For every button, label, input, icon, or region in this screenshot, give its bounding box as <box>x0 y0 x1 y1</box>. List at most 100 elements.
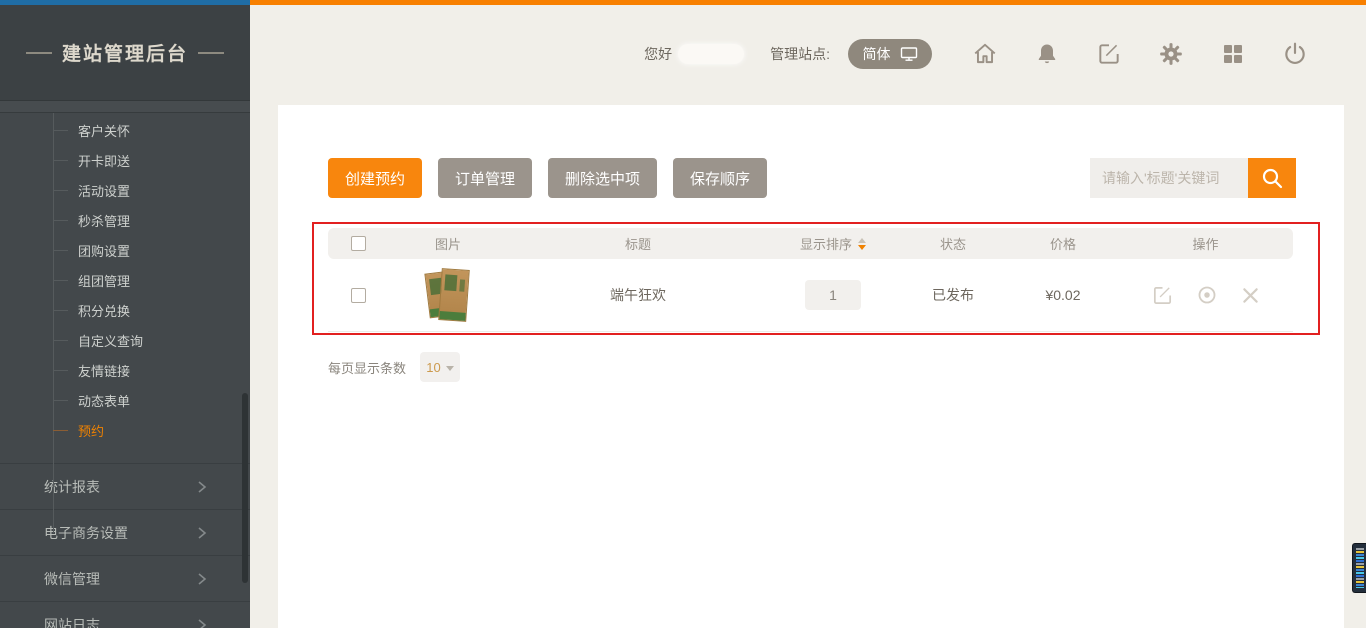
sort-desc-icon[interactable] <box>858 245 866 250</box>
tree-dash <box>53 430 68 431</box>
table-row: 端午狂欢 1 已发布 ¥0.02 <box>328 259 1293 332</box>
sidebar-item-label: 组团管理 <box>78 271 130 290</box>
logo-dash-right <box>198 52 224 54</box>
preview-eye-icon[interactable] <box>1196 284 1218 306</box>
sidebar-item-label: 自定义查询 <box>78 331 143 350</box>
sidebar-item-label: 动态表单 <box>78 391 130 410</box>
sidebar-item-points-exchange[interactable]: 积分兑换 <box>0 295 250 325</box>
sidebar-item-flash-sale[interactable]: 秒杀管理 <box>0 205 250 235</box>
page-size-select[interactable]: 10 <box>420 352 460 382</box>
sidebar-item-reservation-active[interactable]: 预约 <box>0 415 250 445</box>
column-header-title: 标题 <box>508 234 768 253</box>
column-header-sort: 显示排序 <box>768 234 898 253</box>
product-thumbnail[interactable] <box>426 269 470 321</box>
tree-dash <box>53 340 68 341</box>
sidebar-item-team-manage[interactable]: 组团管理 <box>0 265 250 295</box>
sort-asc-icon[interactable] <box>858 238 866 243</box>
column-header-actions: 操作 <box>1118 234 1293 253</box>
column-header-image: 图片 <box>388 234 508 253</box>
sidebar-divider <box>0 101 250 113</box>
home-icon[interactable] <box>972 41 998 67</box>
tree-dash <box>53 190 68 191</box>
monitor-icon <box>900 46 918 62</box>
tree-dash <box>53 370 68 371</box>
order-management-button[interactable]: 订单管理 <box>438 158 532 198</box>
search-icon <box>1260 166 1284 190</box>
sidebar-item-customer-care[interactable]: 客户关怀 <box>0 115 250 145</box>
create-reservation-button[interactable]: 创建预约 <box>328 158 422 198</box>
sidebar-item-activity-settings[interactable]: 活动设置 <box>0 175 250 205</box>
sidebar-item-custom-query[interactable]: 自定义查询 <box>0 325 250 355</box>
tree-dash <box>53 220 68 221</box>
table-header-row: 图片 标题 显示排序 状态 价格 操作 <box>328 228 1293 259</box>
sidebar-section-wechat[interactable]: 微信管理 <box>0 555 250 601</box>
sidebar-section-statistics[interactable]: 统计报表 <box>0 463 250 509</box>
logo-dash-left <box>26 52 52 54</box>
power-icon[interactable] <box>1282 41 1308 67</box>
apps-grid-icon[interactable] <box>1220 41 1246 67</box>
sidebar-item-card-gift[interactable]: 开卡即送 <box>0 145 250 175</box>
section-label: 微信管理 <box>44 569 100 589</box>
delete-selected-button[interactable]: 删除选中项 <box>548 158 657 198</box>
page-size-value: 10 <box>426 360 440 375</box>
sidebar-item-label: 积分兑换 <box>78 301 130 320</box>
pagination: 每页显示条数 10 <box>328 352 460 382</box>
row-checkbox[interactable] <box>351 288 366 303</box>
sidebar-scrollbar[interactable] <box>242 393 248 583</box>
tree-dash <box>53 160 68 161</box>
search-button[interactable] <box>1248 158 1296 198</box>
sidebar-item-label: 友情链接 <box>78 361 130 380</box>
edit-icon[interactable] <box>1096 41 1122 67</box>
tree-dash <box>53 130 68 131</box>
edit-row-icon[interactable] <box>1151 284 1174 307</box>
sidebar-item-label: 预约 <box>78 421 104 440</box>
sidebar-section-ecommerce[interactable]: 电子商务设置 <box>0 509 250 555</box>
sidebar-sections: 统计报表 电子商务设置 微信管理 网站日志 <box>0 463 250 628</box>
settings-gear-icon[interactable] <box>1158 41 1184 67</box>
sort-order-input[interactable]: 1 <box>805 280 861 310</box>
toolbar: 创建预约 订单管理 删除选中项 保存顺序 <box>328 158 767 198</box>
top-header: 您好 管理站点: 简体 <box>250 5 1366 103</box>
tree-dash <box>53 400 68 401</box>
tree-dash <box>53 280 68 281</box>
chevron-right-icon <box>196 526 208 540</box>
save-order-button[interactable]: 保存顺序 <box>673 158 767 198</box>
gear-svg <box>1158 41 1184 67</box>
reservations-table: 图片 标题 显示排序 状态 价格 操作 <box>328 228 1293 332</box>
manage-site-label: 管理站点: <box>770 44 830 64</box>
row-title: 端午狂欢 <box>508 285 768 305</box>
chevron-right-icon <box>196 480 208 494</box>
section-label: 网站日志 <box>44 615 100 628</box>
sidebar-item-group-buy[interactable]: 团购设置 <box>0 235 250 265</box>
chevron-right-icon <box>196 572 208 586</box>
tree-dash <box>53 250 68 251</box>
sidebar-section-site-log[interactable]: 网站日志 <box>0 601 250 628</box>
logo: 建站管理后台 <box>0 5 250 101</box>
search-input[interactable] <box>1090 158 1248 198</box>
sidebar-item-label: 客户关怀 <box>78 121 130 140</box>
row-status: 已发布 <box>898 285 1008 305</box>
sidebar-item-label: 团购设置 <box>78 241 130 260</box>
delete-x-icon[interactable] <box>1240 285 1261 306</box>
row-price: ¥0.02 <box>1008 287 1118 303</box>
app-title: 建站管理后台 <box>62 39 188 66</box>
thumbnail-package-front <box>438 268 470 322</box>
sidebar-item-label: 活动设置 <box>78 181 130 200</box>
page-size-label: 每页显示条数 <box>328 358 406 377</box>
chevron-down-icon <box>446 366 454 371</box>
language-badge-label: 简体 <box>863 44 891 64</box>
column-header-price: 价格 <box>1008 234 1118 253</box>
sort-arrows-icon[interactable] <box>858 238 866 250</box>
sidebar-item-friend-links[interactable]: 友情链接 <box>0 355 250 385</box>
sidebar-item-label: 秒杀管理 <box>78 211 130 230</box>
header-icons <box>972 41 1308 67</box>
language-badge[interactable]: 简体 <box>848 39 932 69</box>
username-redacted <box>678 44 744 64</box>
page: 建站管理后台 客户关怀 开卡即送 活动设置 秒杀管理 团购设置 组团管理 积分兑… <box>0 0 1366 628</box>
greeting-text: 您好 <box>644 44 672 64</box>
browser-widget[interactable] <box>1352 543 1366 593</box>
select-all-checkbox[interactable] <box>351 236 366 251</box>
sidebar-submenu: 客户关怀 开卡即送 活动设置 秒杀管理 团购设置 组团管理 积分兑换 自定义查询… <box>0 113 250 445</box>
sidebar-item-dynamic-form[interactable]: 动态表单 <box>0 385 250 415</box>
bell-icon[interactable] <box>1034 41 1060 67</box>
